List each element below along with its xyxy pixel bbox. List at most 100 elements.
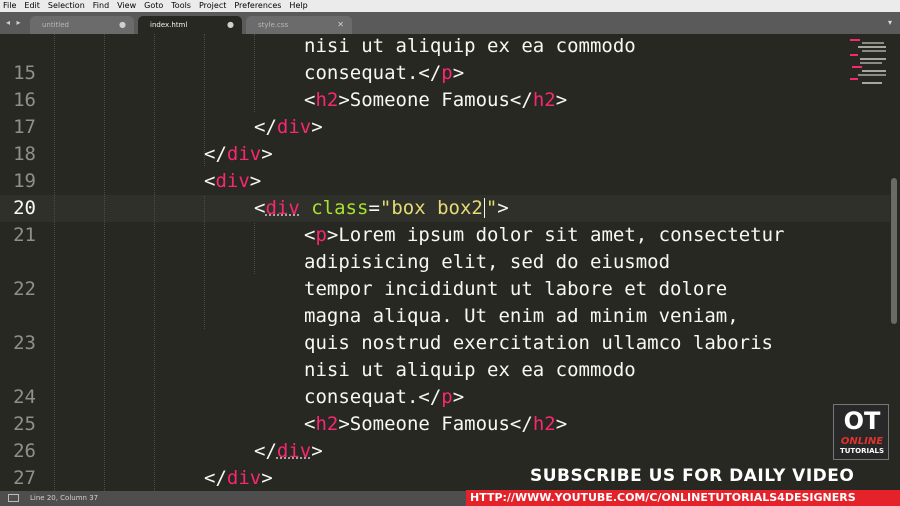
code-text: <	[204, 170, 216, 192]
code-line[interactable]: </div>	[254, 438, 323, 465]
code-text: <	[254, 197, 266, 219]
code-tag-name: p	[441, 62, 453, 84]
text-cursor	[483, 198, 485, 218]
dirty-dot-icon[interactable]: ●	[227, 20, 234, 29]
code-line[interactable]: nisi ut aliquip ex ea commodo	[304, 34, 636, 60]
menu-find[interactable]: Find	[93, 0, 109, 12]
code-text: >	[452, 386, 465, 408]
code-line[interactable]: </div>	[204, 141, 273, 168]
code-tag-name: div	[226, 143, 262, 165]
code-line[interactable]: <div>	[204, 168, 261, 195]
code-tag-name: div	[226, 467, 262, 489]
code-line[interactable]: adipisicing elit, sed do eiusmod	[304, 249, 670, 276]
line-number[interactable]: 22	[13, 276, 36, 303]
code-line[interactable]: </div>	[254, 114, 323, 141]
line-number[interactable]: 27	[13, 465, 36, 491]
code-line[interactable]: <p>Lorem ipsum dolor sit amet, consectet…	[304, 222, 784, 249]
code-line[interactable]: magna aliqua. Ut enim ad minim veniam,	[304, 303, 739, 330]
code-text: >Lorem ipsum dolor sit amet, consectetur	[326, 224, 785, 246]
code-line[interactable]: consequat.</p>	[304, 60, 464, 87]
tab-style-css[interactable]: style.css ✕	[246, 16, 352, 34]
code-line[interactable]: nisi ut aliquip ex ea commodo	[304, 357, 636, 384]
code-tag-name: div	[215, 170, 250, 192]
line-number[interactable]: 23	[13, 330, 36, 357]
code-editor[interactable]: 15 16 17 18 19 20 21 22 23 24 25 26 27 nisi ut aliqu…	[0, 34, 900, 491]
minimap-line	[858, 46, 886, 48]
dirty-dot-icon[interactable]: ●	[119, 20, 126, 29]
code-line[interactable]: <h2>Someone Famous</h2>	[304, 87, 567, 114]
tab-index-html[interactable]: index.html ●	[138, 16, 242, 34]
code-text: </	[254, 116, 277, 138]
code-line[interactable]: quis nostrud exercitation ullamco labori…	[304, 330, 773, 357]
code-line[interactable]: tempor incididunt ut labore et dolore	[304, 276, 727, 303]
line-number[interactable]: 19	[13, 168, 36, 195]
line-number[interactable]: 25	[13, 411, 36, 438]
code-tag-name: h2	[315, 413, 339, 435]
line-number[interactable]: 18	[13, 141, 36, 168]
menu-selection[interactable]: Selection	[48, 0, 85, 12]
menu-tools[interactable]: Tools	[171, 0, 191, 12]
menu-edit[interactable]: Edit	[24, 0, 40, 12]
menu-preferences[interactable]: Preferences	[234, 0, 281, 12]
tab-menu-icon[interactable]: ▾	[888, 18, 892, 27]
tab-nav-arrows-icon[interactable]: ◂ ▸	[6, 18, 23, 27]
indent-guide	[104, 34, 105, 491]
code-line[interactable]: <div class="box box2 ">	[254, 195, 509, 222]
indent-guide	[154, 34, 155, 491]
logo-ot-text: OT	[843, 407, 881, 435]
minimap-line	[862, 82, 882, 84]
indent-guide	[254, 34, 255, 112]
code-text: >Someone Famous</	[338, 413, 533, 435]
code-text: <	[304, 413, 316, 435]
menu-view[interactable]: View	[117, 0, 136, 12]
code-text: </	[204, 467, 227, 489]
code-text: >	[261, 143, 273, 165]
minimap-line	[852, 66, 862, 68]
code-line[interactable]: consequat.</p>	[304, 384, 464, 411]
line-number[interactable]: 17	[13, 114, 36, 141]
minimap-line	[862, 70, 886, 72]
menu-project[interactable]: Project	[199, 0, 226, 12]
tab-bar: ◂ ▸ untitled ● index.html ● style.css ✕ …	[0, 12, 900, 34]
minimap-line	[850, 39, 860, 41]
vertical-scrollbar[interactable]	[891, 178, 897, 324]
code-text: >	[452, 62, 465, 84]
code-text: </	[418, 386, 442, 408]
line-number[interactable]: 20	[13, 195, 36, 222]
panel-toggle-icon[interactable]	[8, 494, 19, 502]
code-text: >Someone Famous</	[338, 89, 533, 111]
code-tag-name: div	[276, 116, 312, 138]
code-text: quis nostrud exercitation ullamco labori…	[304, 332, 773, 354]
code-tag-name: h2	[532, 89, 556, 111]
minimap-line	[862, 42, 884, 44]
menu-goto[interactable]: Goto	[144, 0, 163, 12]
close-icon[interactable]: ✕	[337, 20, 344, 29]
minimap-line	[850, 78, 858, 80]
code-text: </	[418, 62, 442, 84]
code-text: nisi ut aliquip ex ea commodo	[304, 359, 636, 381]
subscribe-banner: SUBSCRIBE US FOR DAILY VIDEO	[530, 466, 855, 486]
menu-help[interactable]: Help	[289, 0, 307, 12]
line-number[interactable]: 26	[13, 438, 36, 465]
code-line[interactable]: </div>	[204, 465, 273, 491]
code-tag-name: p	[315, 224, 327, 246]
menu-file[interactable]: File	[3, 0, 16, 12]
line-number[interactable]: 15	[13, 60, 36, 87]
minimap-line	[862, 50, 886, 52]
tab-untitled[interactable]: untitled ●	[30, 16, 134, 34]
code-line[interactable]: <h2>Someone Famous</h2>	[304, 411, 567, 438]
code-tag-name: h2	[315, 89, 339, 111]
line-number[interactable]: 21	[13, 222, 36, 249]
indent-guide	[54, 34, 55, 491]
code-text: >	[555, 413, 568, 435]
minimap-line	[850, 54, 858, 56]
minimap[interactable]	[848, 37, 890, 87]
line-number[interactable]: 16	[13, 87, 36, 114]
code-tag-name: h2	[532, 413, 556, 435]
indent-guide	[204, 196, 205, 329]
code-text: >	[555, 89, 568, 111]
line-number[interactable]: 24	[13, 384, 36, 411]
code-text: nisi ut aliquip ex ea commodo	[304, 35, 636, 57]
logo-tutorials-text: TUTORIALS	[839, 447, 885, 455]
